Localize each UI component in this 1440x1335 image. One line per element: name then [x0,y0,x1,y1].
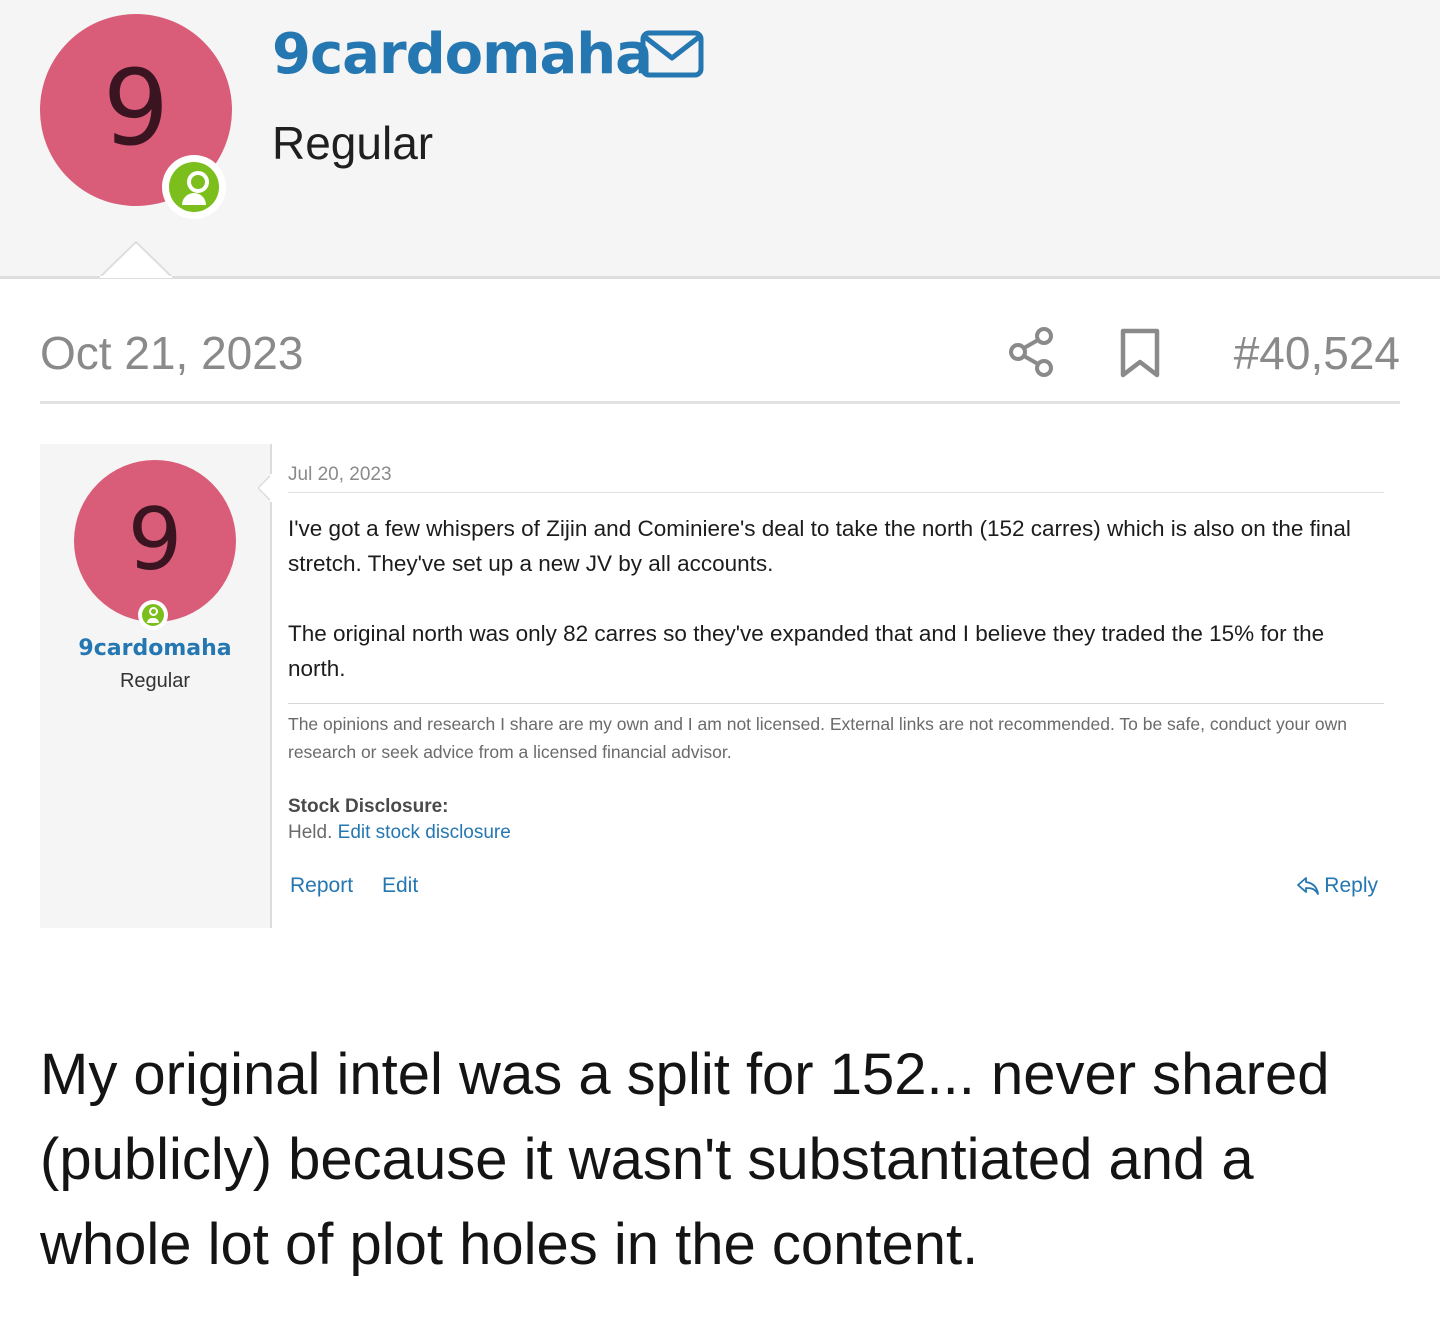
quoted-date: Jul 20, 2023 [288,464,392,485]
stock-disclosure-row: Held. Edit stock disclosure [288,822,511,844]
header-pointer [100,240,172,278]
quoted-content: Jul 20, 2023 I've got a few whispers of … [288,444,1384,928]
quoted-divider [288,492,1384,493]
quoted-paragraph-2: The original north was only 82 carres so… [288,621,1325,681]
author-role: Regular [272,117,434,169]
quoted-role: Regular [119,670,191,692]
envelope-icon[interactable] [640,30,704,78]
meta-divider [40,401,1400,404]
quoted-reply-label: Reply [1324,874,1378,897]
author-username[interactable]: 9cardomaha [272,22,653,87]
quoted-signature: The opinions and research I share are my… [288,714,1348,762]
stock-disclosure-value: Held. [288,822,333,843]
quoted-report-link: Report [290,874,354,897]
quoted-reply-link: Reply [1296,874,1378,898]
quoted-post-screenshot: 9 9cardomaha Regular Jul 20, 2023 I've g… [40,444,1400,928]
stock-disclosure-title: Stock Disclosure: [288,796,449,817]
quoted-edit-link: Edit [382,874,419,897]
quoted-avatar: 9 [74,460,236,622]
share-icon[interactable] [1006,326,1058,378]
post-body-text: My original intel was a split for 152...… [40,1042,1330,1277]
quoted-username: 9cardomaha [78,636,232,661]
quoted-pointer [258,474,272,502]
quoted-author-panel: 9 9cardomaha Regular [40,444,272,928]
post-date[interactable]: Oct 21, 2023 [40,326,303,380]
quoted-online-icon [138,600,168,630]
bookmark-icon[interactable] [1118,328,1162,378]
reply-icon [1297,877,1320,895]
quoted-paragraph-1: I've got a few whispers of Zijin and Com… [288,516,1351,576]
post-author-header: 9 9cardomaha Regular [0,0,1440,279]
signature-divider [288,703,1384,704]
edit-stock-disclosure-link: Edit stock disclosure [337,822,511,843]
post-number-link[interactable]: #40,524 [1234,326,1400,380]
online-user-icon [162,155,226,219]
